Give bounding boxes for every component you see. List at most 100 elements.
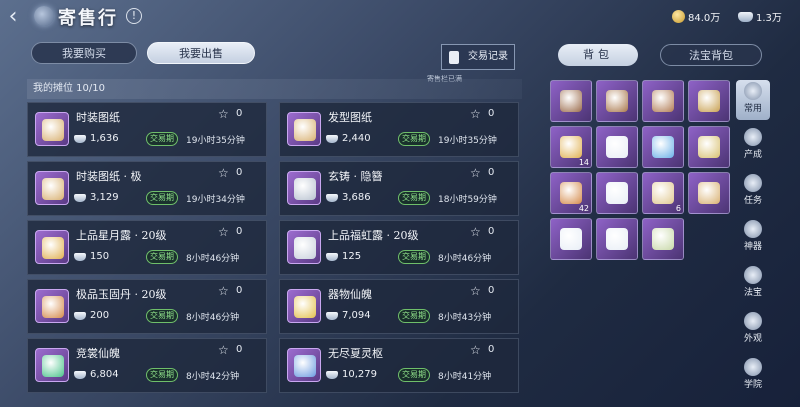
item-glyph-icon [294,119,316,141]
bag-item-icon [606,182,628,204]
gold-amount: 84.0万 [688,13,721,24]
item-name: 无尽夏灵枢 [328,347,383,360]
tab-treasure-bag[interactable]: 法宝背包 [660,44,762,66]
item-name: 玄铸 · 隐簪 [328,170,383,183]
item-glyph-icon [294,355,316,377]
time-remaining: 8小时46分钟 [186,313,240,323]
bag-item-icon [560,228,582,250]
favorite-star-icon[interactable]: ☆ [218,225,229,239]
scroll-icon [449,51,459,64]
trade-period-badge: 交易期 [146,368,178,382]
bag-slot[interactable] [688,80,730,122]
bag-category-tab[interactable]: 法宝 [736,264,770,304]
silver-ingot-icon [74,370,86,379]
price: 3,686 [326,192,371,203]
time-remaining: 19小时35分钟 [186,136,245,146]
bag-slot[interactable] [642,126,684,168]
bag-category-tab[interactable]: 外观 [736,310,770,350]
tab-bag[interactable]: 背包 [558,44,638,66]
listing-card[interactable]: 发型图纸 ☆ 0 2,440 交易期 19小时35分钟 [279,102,519,157]
bag-slot[interactable] [550,80,592,122]
trade-period-badge: 交易期 [398,309,430,323]
trade-period-badge: 交易期 [398,368,430,382]
price: 7,094 [326,310,371,321]
bag-item-icon [560,90,582,112]
back-arrow-icon[interactable]: ‹ [4,4,22,30]
bag-category-tab[interactable]: 学院 [736,356,770,396]
favorite-star-icon[interactable]: ☆ [470,284,481,298]
favorite-count: 0 [488,226,495,237]
listing-card[interactable]: 极品玉固丹 · 20级 ☆ 0 200 交易期 8小时46分钟 [27,279,267,334]
bag-item-icon [606,228,628,250]
category-label: 神器 [743,242,762,252]
category-label: 外观 [743,334,762,344]
listing-card[interactable]: 时装图纸 · 极 ☆ 0 3,129 交易期 19小时34分钟 [27,161,267,216]
item-icon [287,171,321,205]
favorite-star-icon[interactable]: ☆ [470,166,481,180]
price: 6,804 [74,369,119,380]
price: 125 [326,251,361,262]
price-value: 200 [90,310,110,321]
item-icon [35,289,69,323]
favorite-star-icon[interactable]: ☆ [218,166,229,180]
market-emblem-icon [34,6,54,26]
gold-coin-icon [672,10,685,23]
favorite-star-icon[interactable]: ☆ [470,225,481,239]
tab-sell[interactable]: 我要出售 [147,42,255,64]
favorite-count: 0 [236,167,243,178]
item-icon [287,230,321,264]
bag-slot[interactable] [596,126,638,168]
favorite-count: 0 [488,108,495,119]
page-title: 寄售行 [58,8,118,29]
price-value: 150 [90,251,110,262]
trade-period-badge: 交易期 [146,250,178,264]
listing-card[interactable]: 器物仙魄 ☆ 0 7,094 交易期 8小时43分钟 [279,279,519,334]
favorite-star-icon[interactable]: ☆ [218,343,229,357]
bag-slot[interactable]: 14 [550,126,592,168]
favorite-star-icon[interactable]: ☆ [470,107,481,121]
listing-card[interactable]: 上品福虹露 · 20级 ☆ 0 125 交易期 8小时46分钟 [279,220,519,275]
item-glyph-icon [42,355,64,377]
bag-slot[interactable] [596,218,638,260]
item-name: 上品福虹露 · 20级 [328,229,419,242]
tab-buy[interactable]: 我要购买 [31,42,137,64]
listing-card[interactable]: 时装图纸 ☆ 0 1,636 交易期 19小时35分钟 [27,102,267,157]
favorite-star-icon[interactable]: ☆ [470,343,481,357]
bag-category-tab[interactable]: 神器 [736,218,770,258]
bag-category-tab[interactable]: 产成 [736,126,770,166]
bag-slot[interactable] [688,126,730,168]
price-value: 2,440 [342,133,371,144]
bag-slot[interactable]: 42 [550,172,592,214]
bag-slot[interactable] [642,80,684,122]
item-glyph-icon [294,178,316,200]
silver-ingot-icon [326,370,338,379]
trade-history-button[interactable]: 交易记录 [441,44,515,70]
bag-slot[interactable]: 6 [642,172,684,214]
bag-slot[interactable] [596,80,638,122]
bag-slot[interactable] [550,218,592,260]
bag-slot[interactable] [642,218,684,260]
favorite-star-icon[interactable]: ☆ [218,284,229,298]
price: 10,279 [326,369,377,380]
bag-category-tab[interactable]: 常用 [736,80,770,120]
listing-grid: 时装图纸 ☆ 0 1,636 交易期 19小时35分钟 发型图纸 ☆ 0 2,440 交易期 19小时… [27,102,522,402]
item-name: 竞裳仙魄 [76,347,120,360]
time-remaining: 8小时46分钟 [438,254,492,264]
favorite-count: 0 [488,167,495,178]
bag-category-tab[interactable]: 任务 [736,172,770,212]
item-name: 极品玉固丹 · 20级 [76,288,167,301]
price-value: 125 [342,251,362,262]
listing-card[interactable]: 无尽夏灵枢 ☆ 0 10,279 交易期 8小时41分钟 [279,338,519,393]
listing-card[interactable]: 玄铸 · 隐簪 ☆ 0 3,686 交易期 18小时59分钟 [279,161,519,216]
favorite-star-icon[interactable]: ☆ [218,107,229,121]
silver-ingot-icon [738,11,753,22]
info-icon[interactable]: ! [126,8,142,24]
time-remaining: 8小时41分钟 [438,372,492,382]
item-name: 器物仙魄 [328,288,372,301]
listing-card[interactable]: 上品星月露 · 20级 ☆ 0 150 交易期 8小时46分钟 [27,220,267,275]
listing-card[interactable]: 竞裳仙魄 ☆ 0 6,804 交易期 8小时42分钟 [27,338,267,393]
bag-slot[interactable] [688,172,730,214]
bag-item-icon [652,136,674,158]
bag-slot[interactable] [596,172,638,214]
category-icon [744,82,762,100]
